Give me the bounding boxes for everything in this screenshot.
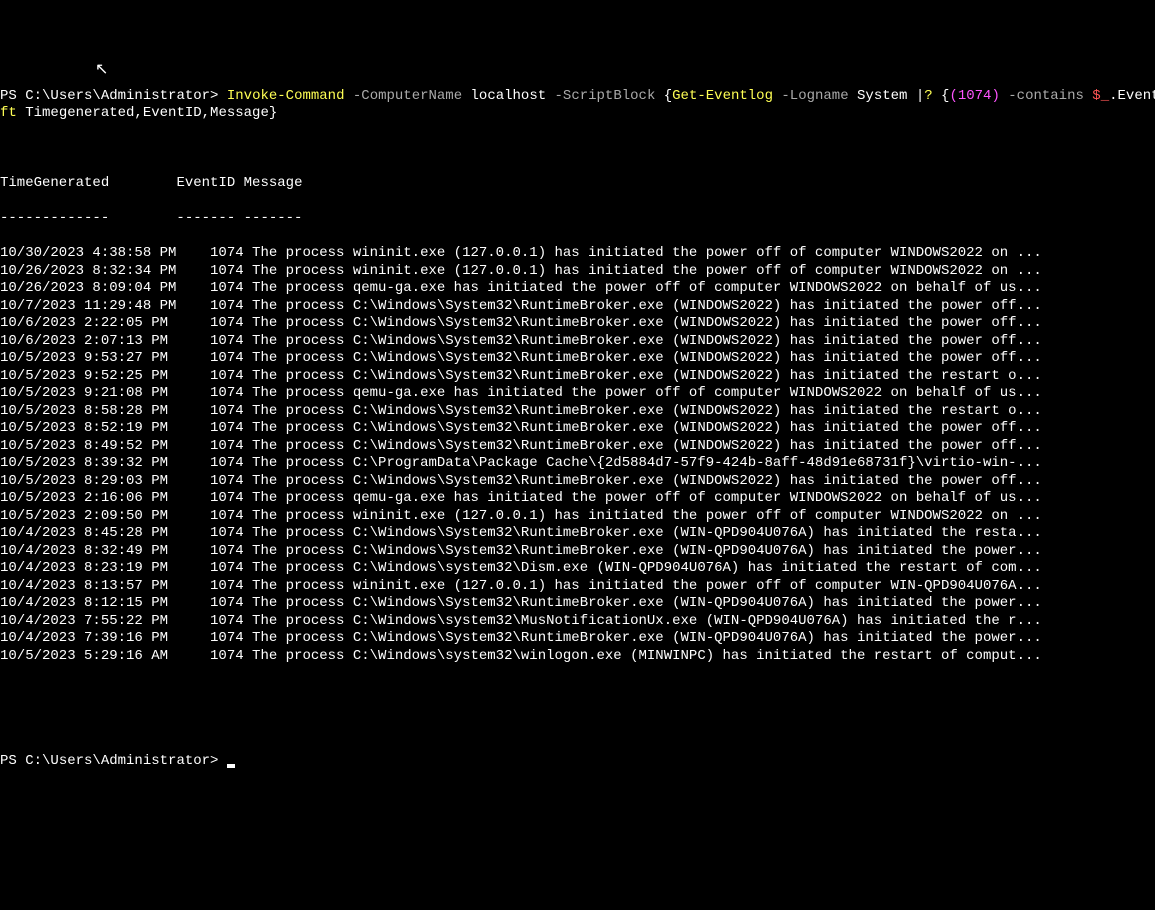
table-row: 10/4/2023 8:23:19 PM 1074 The process C:… (0, 560, 1155, 578)
table-body: 10/30/2023 4:38:58 PM 1074 The process w… (0, 245, 1155, 665)
table-row: 10/5/2023 9:53:27 PM 1074 The process C:… (0, 350, 1155, 368)
table-row: 10/5/2023 9:52:25 PM 1074 The process C:… (0, 368, 1155, 386)
table-row: 10/4/2023 8:45:28 PM 1074 The process C:… (0, 525, 1155, 543)
table-row: 10/30/2023 4:38:58 PM 1074 The process w… (0, 245, 1155, 263)
table-row: 10/4/2023 8:32:49 PM 1074 The process C:… (0, 543, 1155, 561)
table-row: 10/4/2023 7:39:16 PM 1074 The process C:… (0, 630, 1155, 648)
table-row: 10/5/2023 8:52:19 PM 1074 The process C:… (0, 420, 1155, 438)
table-row: 10/5/2023 8:39:32 PM 1074 The process C:… (0, 455, 1155, 473)
table-header-underline: ------------- ------- ------- (0, 210, 1155, 228)
table-row: 10/5/2023 8:49:52 PM 1074 The process C:… (0, 438, 1155, 456)
cursor-icon (227, 764, 235, 768)
table-row: 10/5/2023 8:58:28 PM 1074 The process C:… (0, 403, 1155, 421)
table-header: TimeGenerated EventID Message (0, 175, 1155, 193)
table-row: 10/6/2023 2:07:13 PM 1074 The process C:… (0, 333, 1155, 351)
table-row: 10/5/2023 5:29:16 AM 1074 The process C:… (0, 648, 1155, 666)
table-row: 10/5/2023 2:09:50 PM 1074 The process wi… (0, 508, 1155, 526)
table-row: 10/5/2023 9:21:08 PM 1074 The process qe… (0, 385, 1155, 403)
table-row: 10/26/2023 8:32:34 PM 1074 The process w… (0, 263, 1155, 281)
table-row: 10/6/2023 2:22:05 PM 1074 The process C:… (0, 315, 1155, 333)
table-row: 10/5/2023 8:29:03 PM 1074 The process C:… (0, 473, 1155, 491)
table-row: 10/4/2023 7:55:22 PM 1074 The process C:… (0, 613, 1155, 631)
table-row: 10/26/2023 8:09:04 PM 1074 The process q… (0, 280, 1155, 298)
command-line-1: PS C:\Users\Administrator> Invoke-Comman… (0, 88, 1155, 123)
table-row: 10/4/2023 8:13:57 PM 1074 The process wi… (0, 578, 1155, 596)
command-prompt[interactable]: PS C:\Users\Administrator> (0, 753, 1155, 771)
terminal-output[interactable]: PS C:\Users\Administrator> Invoke-Comman… (0, 70, 1155, 788)
table-row: 10/5/2023 2:16:06 PM 1074 The process qe… (0, 490, 1155, 508)
table-row: 10/7/2023 11:29:48 PM 1074 The process C… (0, 298, 1155, 316)
table-row: 10/4/2023 8:12:15 PM 1074 The process C:… (0, 595, 1155, 613)
